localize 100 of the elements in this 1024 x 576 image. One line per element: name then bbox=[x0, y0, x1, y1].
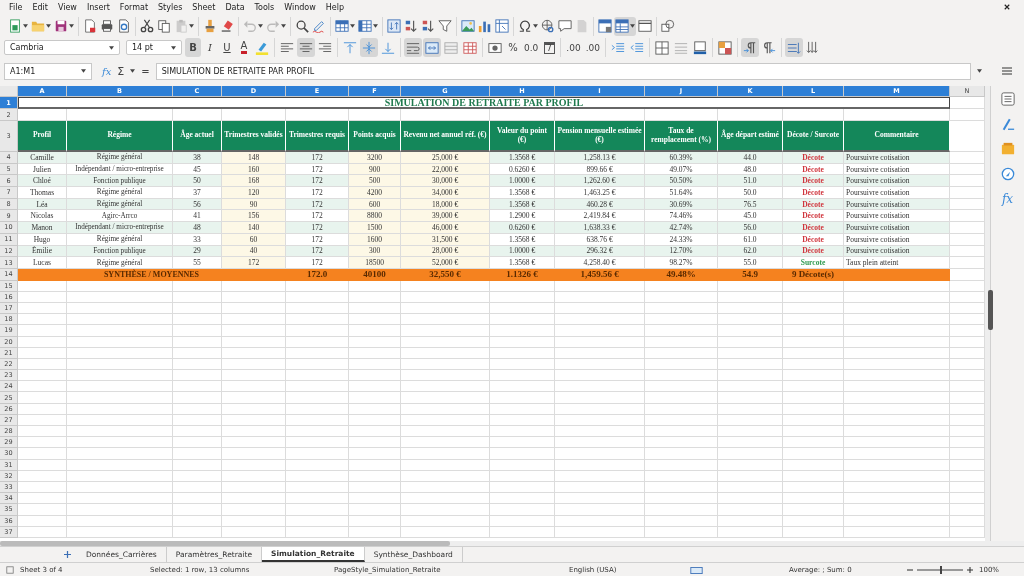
empty-cell bbox=[783, 481, 844, 494]
freeze-rows-button[interactable] bbox=[614, 16, 636, 36]
caret-icon[interactable] bbox=[373, 24, 378, 28]
menu-item[interactable]: View bbox=[52, 2, 82, 12]
sheet-title: SIMULATION DE RETRAITE PAR PROFIL bbox=[18, 97, 950, 109]
number-format-button[interactable]: 0.0 bbox=[522, 38, 541, 57]
print-area-button[interactable] bbox=[597, 16, 613, 36]
name-box[interactable]: A1:M1 bbox=[4, 62, 92, 80]
empty-cell bbox=[173, 392, 222, 404]
caret-icon[interactable] bbox=[109, 45, 114, 50]
font-color-button[interactable]: A bbox=[236, 38, 252, 57]
menu-item[interactable]: Sheet bbox=[187, 2, 221, 12]
empty-cell bbox=[349, 426, 401, 438]
empty-cell bbox=[222, 403, 286, 415]
horizontal-scrollbar[interactable] bbox=[0, 541, 450, 546]
empty-cell bbox=[173, 314, 222, 326]
empty-cell bbox=[173, 504, 222, 516]
chart-icon bbox=[478, 19, 492, 33]
sort-button[interactable] bbox=[386, 16, 402, 36]
empty-cell bbox=[718, 481, 783, 494]
undo-icon bbox=[243, 19, 257, 33]
menu-item[interactable]: Help bbox=[320, 2, 350, 12]
empty-cell bbox=[783, 448, 844, 460]
empty-cell bbox=[490, 426, 555, 438]
selection-mode-icon[interactable] bbox=[690, 566, 703, 574]
menu-item[interactable]: File bbox=[4, 2, 28, 12]
zoom-out-icon[interactable] bbox=[907, 567, 913, 573]
empty-cell bbox=[490, 392, 555, 404]
empty-cell bbox=[173, 370, 222, 382]
caret-icon[interactable] bbox=[350, 24, 355, 28]
empty-cell bbox=[718, 381, 783, 393]
image-icon bbox=[461, 19, 475, 33]
italic-button[interactable]: I bbox=[202, 38, 218, 57]
empty-cell bbox=[286, 325, 349, 337]
menu-item[interactable]: Insert bbox=[81, 2, 115, 12]
merge-center-button[interactable] bbox=[423, 38, 441, 57]
empty-cell bbox=[783, 347, 844, 359]
menu-item[interactable]: Styles bbox=[153, 2, 188, 12]
conditional-format-button[interactable] bbox=[716, 38, 734, 57]
print-preview-button[interactable] bbox=[116, 16, 132, 36]
properties-icon[interactable] bbox=[1000, 92, 1015, 106]
close-icon[interactable] bbox=[1004, 4, 1010, 10]
align-center-button[interactable] bbox=[297, 38, 315, 57]
increase-indent-icon bbox=[611, 40, 625, 55]
border-style-icon bbox=[674, 40, 688, 55]
empty-cell bbox=[349, 403, 401, 415]
empty-cell bbox=[349, 302, 401, 315]
caret-icon[interactable] bbox=[977, 69, 982, 73]
gallery-icon[interactable] bbox=[1000, 142, 1015, 156]
paste-icon bbox=[174, 19, 188, 33]
formula-input[interactable]: SIMULATION DE RETRAITE PAR PROFIL bbox=[155, 62, 971, 80]
add-decimal-button[interactable]: .00 bbox=[564, 38, 583, 57]
caret-icon[interactable] bbox=[23, 24, 28, 28]
menu-item[interactable]: Format bbox=[114, 2, 154, 12]
menu-item[interactable]: Tools bbox=[249, 2, 280, 12]
menu-item[interactable]: Edit bbox=[27, 2, 53, 12]
formula-button[interactable]: = bbox=[141, 65, 150, 77]
caret-icon[interactable] bbox=[69, 24, 74, 28]
font-name-field[interactable]: Cambria bbox=[4, 40, 120, 55]
empty-cell bbox=[718, 314, 783, 326]
empty-cell bbox=[349, 370, 401, 382]
export-pdf-button[interactable] bbox=[82, 16, 98, 36]
compass-icon[interactable] bbox=[1000, 167, 1015, 181]
caret-icon[interactable] bbox=[130, 69, 136, 73]
sum-button[interactable]: Σ bbox=[117, 64, 125, 78]
bold-button[interactable]: B bbox=[185, 38, 201, 57]
new-spreadsheet-button[interactable] bbox=[7, 16, 29, 36]
sidebar-handle[interactable] bbox=[988, 290, 993, 330]
pivot-table-button[interactable] bbox=[494, 16, 510, 36]
underline-button[interactable]: U bbox=[219, 38, 235, 57]
font-size-field[interactable]: 14 pt bbox=[126, 40, 182, 55]
delete-decimal-button[interactable]: .00 bbox=[583, 38, 602, 57]
caret-icon[interactable] bbox=[171, 45, 176, 50]
sort-icon bbox=[387, 19, 401, 33]
empty-cell bbox=[718, 336, 783, 348]
empty-cell bbox=[349, 347, 401, 359]
styles-icon[interactable] bbox=[1000, 117, 1015, 131]
menu-item[interactable]: Data bbox=[220, 2, 250, 12]
empty-cell bbox=[349, 291, 401, 303]
paragraph-ltr-button[interactable] bbox=[741, 38, 759, 57]
caret-icon[interactable] bbox=[81, 69, 86, 73]
text-left-to-right-button[interactable] bbox=[785, 38, 803, 57]
caret-icon[interactable] bbox=[630, 24, 635, 28]
empty-cell bbox=[173, 414, 222, 426]
align-middle-button[interactable] bbox=[360, 38, 378, 57]
border-color-button[interactable] bbox=[691, 38, 709, 57]
percent-format-button[interactable]: % bbox=[505, 38, 521, 57]
menu-icon[interactable] bbox=[1002, 67, 1012, 75]
empty-cell bbox=[349, 470, 401, 482]
wrap-text-button[interactable] bbox=[404, 38, 422, 57]
menu-item[interactable]: Window bbox=[279, 2, 321, 12]
zoom-in-icon[interactable] bbox=[967, 567, 973, 573]
caret-icon[interactable] bbox=[46, 24, 51, 28]
empty-cell bbox=[783, 414, 844, 426]
empty-cell bbox=[490, 347, 555, 359]
document-icon bbox=[575, 19, 589, 33]
caret-icon[interactable] bbox=[533, 24, 538, 28]
add-sheet-icon[interactable] bbox=[64, 551, 71, 558]
vertical-scrollbar[interactable] bbox=[985, 86, 990, 541]
date-format-button[interactable]: 7 bbox=[541, 38, 558, 57]
